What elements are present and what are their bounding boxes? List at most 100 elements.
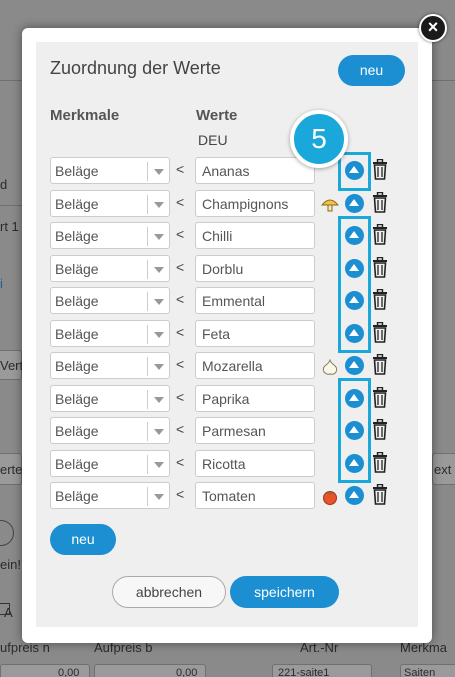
- assignment-row: Beläge < Champignons: [0, 189, 455, 217]
- feature-select-value: Beläge: [55, 195, 99, 212]
- step-callout-badge: 5: [290, 110, 348, 168]
- feature-select[interactable]: Beläge: [50, 319, 170, 347]
- move-up-button[interactable]: [345, 486, 364, 505]
- select-divider: [147, 227, 148, 246]
- select-divider: [147, 357, 148, 376]
- trash-icon[interactable]: [372, 256, 388, 278]
- chevron-down-icon[interactable]: [154, 461, 164, 468]
- separator-symbol: <: [176, 323, 185, 340]
- value-input[interactable]: Mozarella: [195, 352, 315, 379]
- trash-icon[interactable]: [372, 288, 388, 310]
- highlight-box: [338, 152, 371, 191]
- separator-symbol: <: [176, 226, 185, 242]
- bg-fragment: 0,00: [176, 667, 198, 677]
- trash-icon[interactable]: [372, 191, 388, 213]
- feature-select[interactable]: Beläge: [50, 482, 170, 509]
- select-divider: [147, 389, 148, 409]
- feature-select[interactable]: Beläge: [50, 287, 170, 314]
- assignment-row: Beläge < Ananas: [0, 157, 455, 184]
- separator-symbol: <: [176, 161, 185, 177]
- trash-icon[interactable]: [372, 321, 388, 343]
- column-header-values: Werte: [196, 107, 238, 124]
- chevron-down-icon[interactable]: [154, 331, 164, 338]
- chevron-down-icon[interactable]: [154, 396, 164, 403]
- trash-icon[interactable]: [372, 353, 388, 375]
- feature-select[interactable]: Beläge: [50, 352, 170, 379]
- select-divider: [147, 422, 148, 441]
- chevron-down-icon[interactable]: [154, 234, 164, 240]
- highlight-box: [338, 378, 371, 483]
- chevron-down-icon[interactable]: [154, 169, 164, 175]
- value-input[interactable]: Emmental: [195, 287, 315, 314]
- value-input-text: Mozarella: [202, 358, 263, 374]
- feature-select-value: Beläge: [55, 325, 99, 342]
- move-up-button[interactable]: [345, 356, 364, 375]
- feature-select[interactable]: Beläge: [50, 417, 170, 444]
- chevron-down-icon[interactable]: [154, 299, 164, 305]
- bg-fragment: Saiten: [404, 667, 436, 677]
- select-divider: [147, 292, 148, 311]
- move-up-button[interactable]: [345, 193, 364, 213]
- value-input-text: Emmental: [202, 293, 266, 309]
- value-input-text: Feta: [202, 325, 231, 342]
- value-input[interactable]: Dorblu: [195, 254, 315, 282]
- value-input[interactable]: Paprika: [195, 384, 315, 412]
- assignment-row: Beläge < Parmesan: [0, 417, 455, 444]
- trash-icon[interactable]: [372, 418, 388, 440]
- separator-symbol: <: [176, 388, 185, 405]
- feature-select-value: Beläge: [55, 423, 99, 439]
- new-button-top[interactable]: neu: [338, 55, 405, 86]
- cancel-button[interactable]: abbrechen: [112, 576, 226, 608]
- trash-icon[interactable]: [372, 451, 388, 473]
- value-input-text: Tomaten: [202, 488, 256, 504]
- bg-checkbox: [0, 603, 10, 615]
- assignment-row: Beläge < Paprika: [0, 384, 455, 412]
- bg-fragment: 0,00: [58, 667, 80, 677]
- feature-select-value: Beläge: [55, 163, 99, 179]
- chevron-down-icon[interactable]: [154, 201, 164, 208]
- separator-symbol: <: [176, 486, 185, 502]
- highlight-box: [338, 216, 371, 353]
- value-input-text: Dorblu: [202, 260, 244, 277]
- value-input[interactable]: Feta: [195, 319, 315, 347]
- value-input-text: Paprika: [202, 390, 250, 407]
- assignment-row: Beläge < Tomaten: [0, 482, 455, 509]
- value-input-text: Champignons: [202, 195, 289, 212]
- value-input[interactable]: Champignons: [195, 189, 315, 217]
- select-divider: [147, 324, 148, 344]
- assignment-row: Beläge < Emmental: [0, 287, 455, 314]
- close-dialog-button[interactable]: ×: [419, 14, 447, 42]
- trash-icon[interactable]: [372, 386, 388, 408]
- value-input[interactable]: Chilli: [195, 222, 315, 249]
- feature-select[interactable]: Beläge: [50, 222, 170, 249]
- trash-icon[interactable]: [372, 158, 388, 180]
- value-input[interactable]: Ananas: [195, 157, 315, 184]
- feature-select-value: Beläge: [55, 293, 99, 309]
- feature-select[interactable]: Beläge: [50, 384, 170, 412]
- feature-select[interactable]: Beläge: [50, 157, 170, 184]
- feature-select-value: Beläge: [55, 390, 99, 407]
- save-button[interactable]: speichern: [230, 576, 339, 608]
- chevron-down-icon[interactable]: [154, 266, 164, 273]
- feature-select-value: Beläge: [55, 260, 99, 277]
- chevron-down-icon[interactable]: [154, 429, 164, 435]
- value-input[interactable]: Parmesan: [195, 417, 315, 444]
- value-input-text: Chilli: [202, 228, 233, 244]
- new-button-bottom[interactable]: neu: [50, 524, 116, 555]
- language-label: DEU: [198, 132, 228, 148]
- trash-icon[interactable]: [372, 223, 388, 245]
- separator-symbol: <: [176, 453, 185, 470]
- bg-round-button: [0, 520, 14, 546]
- bg-fragment: ein!: [0, 557, 21, 572]
- select-divider: [147, 259, 148, 279]
- trash-icon[interactable]: [372, 483, 388, 505]
- garlic-icon: [321, 358, 339, 375]
- feature-select[interactable]: Beläge: [50, 254, 170, 282]
- value-input[interactable]: Tomaten: [195, 482, 315, 509]
- chevron-down-icon[interactable]: [154, 364, 164, 370]
- feature-select[interactable]: Beläge: [50, 449, 170, 477]
- chevron-down-icon[interactable]: [154, 494, 164, 500]
- value-input[interactable]: Ricotta: [195, 449, 315, 477]
- feature-select[interactable]: Beläge: [50, 189, 170, 217]
- select-divider: [147, 194, 148, 214]
